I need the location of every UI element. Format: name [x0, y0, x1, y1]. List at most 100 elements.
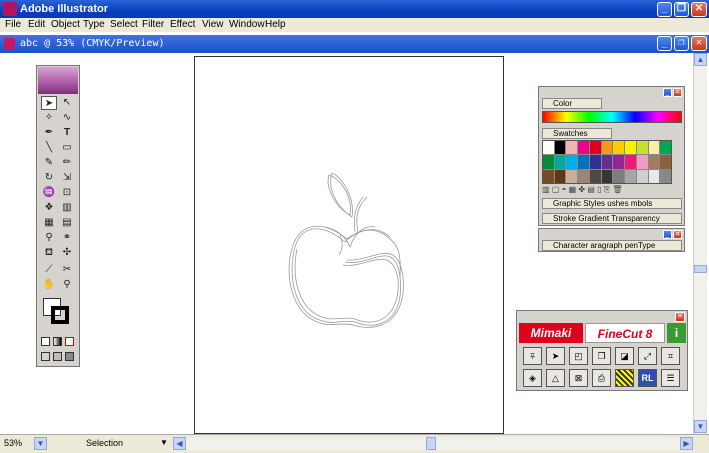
- panel-close-icon[interactable]: ✕: [673, 88, 682, 97]
- swatch[interactable]: [589, 155, 601, 169]
- live-paint-tool-icon[interactable]: ⛾: [41, 246, 57, 260]
- swatch[interactable]: [554, 169, 566, 183]
- zoom-dropdown-icon[interactable]: ▼: [34, 437, 47, 450]
- hscroll-thumb[interactable]: [426, 437, 436, 450]
- swatch[interactable]: [648, 155, 660, 169]
- triangle-icon[interactable]: △: [546, 369, 565, 387]
- char-panel-close-icon[interactable]: ✕: [673, 230, 682, 239]
- swatch[interactable]: [613, 155, 625, 169]
- lasso-tool-icon[interactable]: ∿: [59, 111, 75, 125]
- doc-restore-button[interactable]: ❐: [674, 36, 689, 51]
- scroll-right-icon[interactable]: ▶: [680, 437, 693, 450]
- menu-effect[interactable]: Effect: [170, 19, 195, 30]
- tab-paragraph[interactable]: aragraph: [590, 241, 622, 250]
- swatch[interactable]: [543, 141, 554, 155]
- direct-selection-tool-icon[interactable]: ↖: [59, 96, 75, 110]
- document-export-icon[interactable]: ⎙: [592, 369, 611, 387]
- menu-edit[interactable]: Edit: [28, 19, 45, 30]
- swatch[interactable]: [625, 141, 636, 155]
- tab-opentype[interactable]: penType: [625, 241, 656, 250]
- outline-icon[interactable]: ◪: [615, 347, 634, 365]
- swatch[interactable]: [554, 155, 566, 169]
- swatch[interactable]: [578, 155, 589, 169]
- swatch[interactable]: [566, 155, 578, 169]
- rotate-tool-icon[interactable]: ↻: [41, 171, 57, 185]
- mesh-tool-icon[interactable]: ▦: [41, 216, 57, 230]
- selection-tool-icon[interactable]: ➤: [41, 96, 57, 110]
- pencil-tool-icon[interactable]: ✏: [59, 156, 75, 170]
- swatch[interactable]: [613, 169, 625, 183]
- paintbrush-tool-icon[interactable]: ✎: [41, 156, 57, 170]
- cut-line-icon[interactable]: ◰: [569, 347, 588, 365]
- doc-minimize-button[interactable]: _: [657, 36, 672, 51]
- swatch[interactable]: [566, 141, 578, 155]
- rectangle-tool-icon[interactable]: ▭: [59, 141, 75, 155]
- gradient-mode-button[interactable]: [53, 337, 62, 346]
- graphic-styles-tabs[interactable]: Graphic Styles ushes mbols: [542, 198, 682, 209]
- cut-select-icon[interactable]: ➤: [546, 347, 565, 365]
- swatch[interactable]: [601, 169, 613, 183]
- swatch-controls[interactable]: ▥ ▢ ◓ ▦ ✤ ▤ ▯ ⎘ 🗑: [542, 185, 682, 195]
- char-panel-minimize-icon[interactable]: _: [663, 230, 672, 239]
- close-button[interactable]: ✕: [691, 2, 707, 17]
- menu-object[interactable]: Object: [51, 19, 80, 30]
- stroke-tabs[interactable]: Stroke Gradient Transparency: [542, 213, 682, 224]
- tab-color[interactable]: Color: [542, 98, 602, 109]
- live-paint-selection-tool-icon[interactable]: ✣: [59, 246, 75, 260]
- plotter-output-icon[interactable]: ⍫: [523, 347, 542, 365]
- tab-graphic-styles[interactable]: Graphic Styles: [553, 199, 605, 208]
- graph-tool-icon[interactable]: ▥: [59, 201, 75, 215]
- stroke-color-swatch[interactable]: [51, 306, 69, 324]
- minimize-button[interactable]: _: [657, 2, 672, 17]
- menu-help[interactable]: Help: [265, 19, 286, 30]
- swatch[interactable]: [660, 155, 671, 169]
- gradient-tool-icon[interactable]: ▤: [59, 216, 75, 230]
- scroll-up-icon[interactable]: ▲: [694, 53, 707, 66]
- fullscreen-mode-button[interactable]: [65, 352, 74, 361]
- scroll-down-icon[interactable]: ▼: [694, 420, 707, 433]
- tab-symbols[interactable]: mbols: [631, 199, 652, 208]
- slice-tool-icon[interactable]: ⟋: [41, 263, 57, 277]
- menu-select[interactable]: Select: [110, 19, 138, 30]
- menu-file[interactable]: File: [5, 19, 21, 30]
- copy-layer-icon[interactable]: ❐: [592, 347, 611, 365]
- artboard[interactable]: [194, 56, 504, 434]
- swatch-grid[interactable]: [542, 140, 672, 184]
- character-tabs[interactable]: Character aragraph penType: [542, 240, 682, 251]
- panel-minimize-icon[interactable]: _: [663, 88, 672, 97]
- tab-gradient[interactable]: Gradient: [578, 214, 609, 223]
- color-mode-button[interactable]: [41, 337, 50, 346]
- menu-type[interactable]: Type: [83, 19, 105, 30]
- tab-swatches[interactable]: Swatches: [542, 128, 612, 139]
- swatch[interactable]: [625, 169, 636, 183]
- swatch[interactable]: [589, 141, 601, 155]
- swatch[interactable]: [543, 155, 554, 169]
- tab-character[interactable]: Character: [553, 241, 588, 250]
- rl-button[interactable]: RL: [638, 369, 657, 387]
- free-transform-tool-icon[interactable]: ⊡: [59, 186, 75, 200]
- zoom-tool-icon[interactable]: ⚲: [59, 278, 75, 292]
- standard-screen-mode-button[interactable]: [41, 352, 50, 361]
- line-tool-icon[interactable]: ╲: [41, 141, 57, 155]
- type-tool-icon[interactable]: T: [59, 126, 75, 140]
- swatch[interactable]: [543, 169, 554, 183]
- swatch[interactable]: [636, 169, 648, 183]
- list-icon[interactable]: ☰: [661, 369, 680, 387]
- trace-icon[interactable]: ⤢: [638, 347, 657, 365]
- swatch[interactable]: [648, 169, 660, 183]
- scale-tool-icon[interactable]: ⇲: [59, 171, 75, 185]
- swatch[interactable]: [636, 155, 648, 169]
- vertical-scrollbar[interactable]: ▲ ▼: [693, 53, 707, 434]
- register-mark-icon[interactable]: ⌗: [661, 347, 680, 365]
- swatch[interactable]: [648, 141, 660, 155]
- swatch[interactable]: [578, 169, 589, 183]
- pen-tool-icon[interactable]: ✒: [41, 126, 57, 140]
- tab-transparency[interactable]: Transparency: [611, 214, 660, 223]
- swatch[interactable]: [578, 141, 589, 155]
- scroll-left-icon[interactable]: ◀: [173, 437, 186, 450]
- frame-icon[interactable]: ◈: [523, 369, 542, 387]
- menu-window[interactable]: Window: [229, 19, 265, 30]
- color-spectrum[interactable]: [542, 111, 682, 123]
- swatch[interactable]: [554, 141, 566, 155]
- swatch[interactable]: [660, 141, 671, 155]
